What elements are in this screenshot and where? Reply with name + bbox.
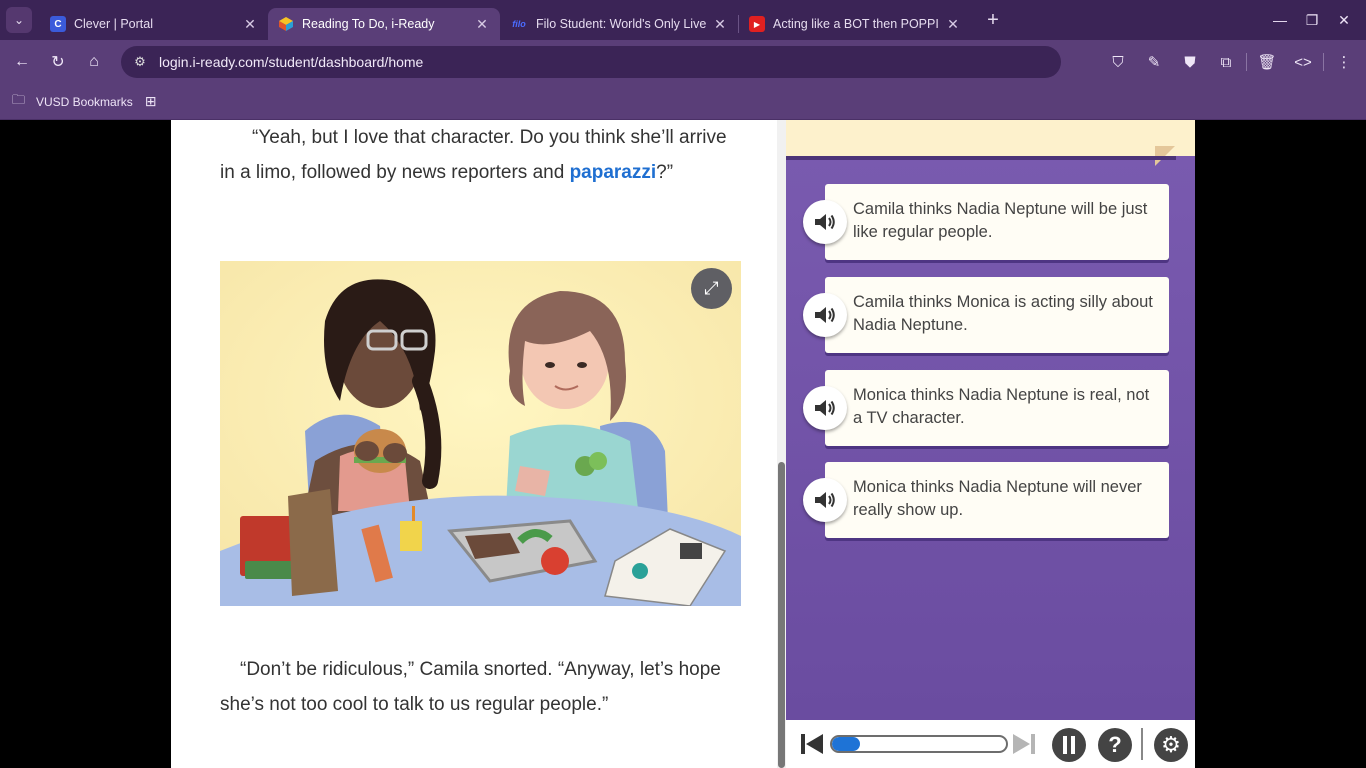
iready-favicon-icon — [278, 16, 294, 32]
address-bar[interactable]: ⚙ login.i-ready.com/student/dashboard/ho… — [121, 46, 1061, 78]
reading-passage: “Yeah, but I love that character. Do you… — [171, 120, 786, 768]
tab-youtube[interactable]: ▶ Acting like a BOT then POPPIN ✕ — [739, 8, 971, 40]
passage-paragraph-2: “Don’t be ridiculous,” Camila snorted. “… — [220, 652, 740, 722]
minimize-icon[interactable]: — — [1264, 12, 1296, 28]
close-icon[interactable]: ✕ — [474, 16, 490, 33]
tab-clever[interactable]: C Clever | Portal ✕ — [40, 8, 268, 40]
answer-text: Camila thinks Monica is acting silly abo… — [853, 293, 1153, 334]
answer-option-3[interactable]: Monica thinks Nadia Neptune is real, not… — [803, 370, 1171, 448]
answer-option-1[interactable]: Camila thinks Nadia Neptune will be just… — [803, 184, 1171, 262]
window-close-icon[interactable]: ✕ — [1328, 12, 1360, 29]
new-tab-button[interactable]: + — [979, 9, 1007, 32]
site-settings-icon[interactable]: ⚙ — [125, 54, 155, 70]
answer-text: Monica thinks Nadia Neptune is real, not… — [853, 386, 1150, 427]
tab-filo[interactable]: filo Filo Student: World's Only Live I ✕ — [500, 8, 738, 40]
extensions-puzzle-icon[interactable]: ⧉ — [1208, 54, 1244, 71]
answer-option-4[interactable]: Monica thinks Nadia Neptune will never r… — [803, 462, 1171, 540]
shield-extension-icon[interactable]: ⛉ — [1100, 54, 1136, 71]
settings-gear-icon[interactable]: ⚙ — [1154, 728, 1188, 762]
bookmark-folder-vusd[interactable]: 🗀 VUSD Bookmarks — [12, 91, 133, 113]
toolbar-divider — [1323, 53, 1324, 71]
passage-scrollbar[interactable] — [777, 120, 786, 768]
plus-icon: + — [987, 8, 999, 31]
story-illustration — [220, 261, 741, 606]
close-icon[interactable]: ✕ — [712, 16, 728, 33]
tab-title: Acting like a BOT then POPPIN — [773, 17, 939, 31]
help-icon[interactable]: ? — [1098, 728, 1132, 762]
adblock-shield-icon[interactable]: ⛊ — [1172, 54, 1208, 71]
apps-grid-icon[interactable]: ⊞ — [145, 93, 157, 110]
skip-back-icon[interactable] — [800, 732, 824, 756]
expand-image-button[interactable]: ⤢ — [691, 268, 732, 309]
paper-shadow — [786, 156, 1176, 160]
bookmarks-bar: 🗀 VUSD Bookmarks ⊞ — [0, 84, 1366, 120]
tab-title: Reading To Do, i-Ready — [302, 17, 435, 31]
scrollbar-thumb[interactable] — [778, 462, 785, 768]
answer-text: Monica thinks Nadia Neptune will never r… — [853, 478, 1142, 519]
browser-toolbar: ← ↻ ⌂ ⚙ login.i-ready.com/student/dashbo… — [0, 40, 1366, 84]
reload-icon[interactable]: ↻ — [40, 52, 76, 72]
expand-arrows-icon: ⤢ — [704, 278, 719, 298]
url-text: login.i-ready.com/student/dashboard/home — [159, 54, 424, 70]
filo-favicon-icon: filo — [512, 19, 526, 29]
speaker-icon[interactable] — [803, 293, 847, 337]
toolbar-divider — [1246, 53, 1247, 71]
page-viewport: “Yeah, but I love that character. Do you… — [0, 120, 1366, 768]
answer-text: Camila thinks Nadia Neptune will be just… — [853, 200, 1148, 241]
passage-text: “Don’t be ridiculous,” Camila snorted. “… — [220, 659, 721, 715]
tab-title: Clever | Portal — [74, 17, 153, 31]
player-controls: ? ⚙ — [786, 720, 1195, 768]
code-icon[interactable]: <> — [1285, 54, 1321, 71]
kebab-menu-icon[interactable]: ⋮ — [1326, 53, 1362, 71]
clever-favicon-icon: C — [50, 16, 66, 32]
vocab-word-link[interactable]: paparazzi — [570, 162, 657, 183]
close-icon[interactable]: ✕ — [242, 16, 258, 33]
pause-icon[interactable] — [1052, 728, 1086, 762]
window-controls: — ❐ ✕ — [1264, 0, 1366, 40]
tab-iready[interactable]: Reading To Do, i-Ready ✕ — [268, 8, 500, 40]
audio-progress-bar[interactable] — [830, 735, 1008, 753]
progress-fill — [832, 737, 860, 751]
close-icon[interactable]: ✕ — [945, 16, 961, 33]
passage-paragraph-1: “Yeah, but I love that character. Do you… — [220, 120, 740, 190]
speaker-icon[interactable] — [803, 200, 847, 244]
answer-option-2[interactable]: Camila thinks Monica is acting silly abo… — [803, 277, 1171, 355]
chevron-down-icon: ⌄ — [13, 13, 25, 27]
folder-icon: 🗀 — [12, 91, 26, 107]
youtube-favicon-icon: ▶ — [749, 16, 765, 32]
question-paper-strip — [786, 120, 1195, 166]
pin-extension-icon[interactable]: ✎ — [1136, 53, 1172, 71]
question-panel: Camila thinks Nadia Neptune will be just… — [786, 120, 1195, 720]
skip-forward-icon[interactable] — [1012, 732, 1036, 756]
passage-text: ?” — [656, 162, 674, 183]
toolbar-actions: ⛉ ✎ ⛊ ⧉ 🗑 <> ⋮ — [1100, 40, 1366, 84]
home-icon[interactable]: ⌂ — [76, 53, 112, 71]
restore-icon[interactable]: ❐ — [1296, 12, 1328, 29]
tab-title: Filo Student: World's Only Live I — [536, 17, 706, 31]
back-arrow-icon[interactable]: ← — [4, 53, 40, 71]
bookmark-label: VUSD Bookmarks — [36, 94, 133, 109]
controls-divider — [1141, 728, 1143, 760]
tab-strip: ⌄ C Clever | Portal ✕ Reading To Do, i-R… — [0, 0, 1366, 40]
trash-icon[interactable]: 🗑 — [1249, 53, 1285, 71]
speaker-icon[interactable] — [803, 386, 847, 430]
speaker-icon[interactable] — [803, 478, 847, 522]
tab-search-button[interactable]: ⌄ — [6, 7, 32, 33]
